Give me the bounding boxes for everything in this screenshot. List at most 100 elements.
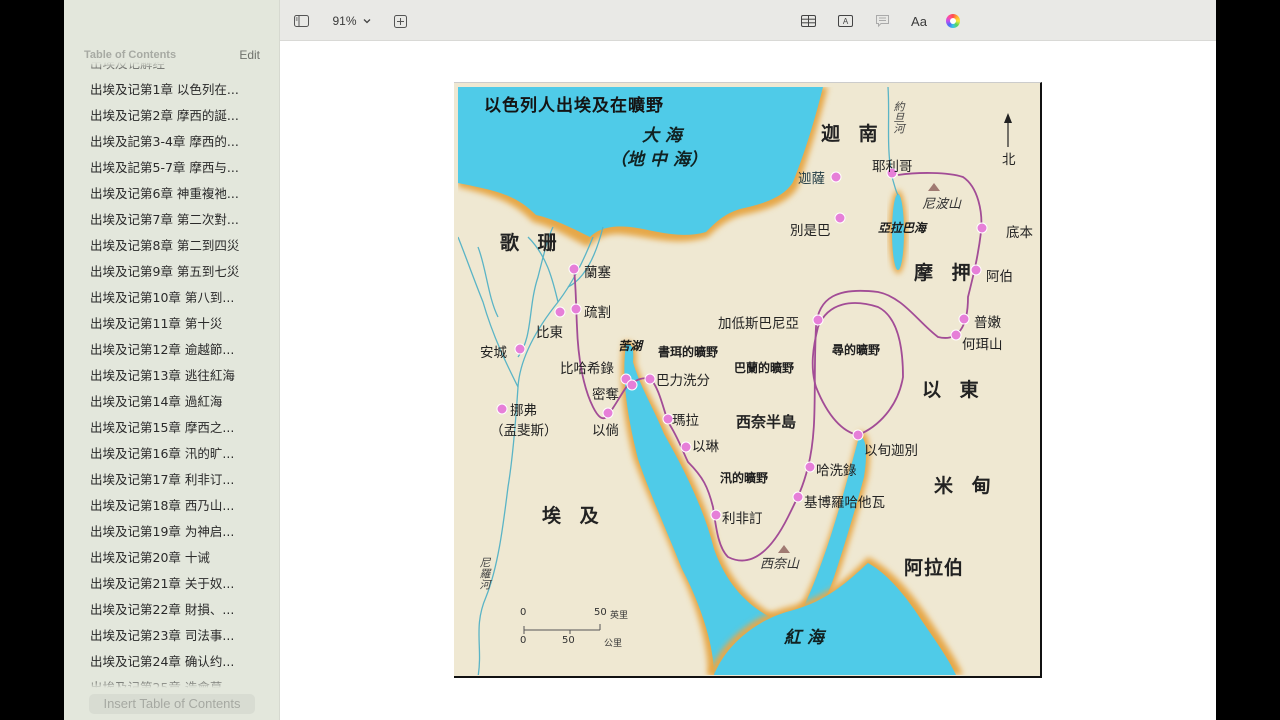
place-etham: 以倘 bbox=[592, 423, 619, 439]
toc-item[interactable]: 出埃及记第7章 第二次對... bbox=[64, 207, 280, 233]
toc-item[interactable]: 出埃及记第17章 利非订... bbox=[64, 467, 280, 493]
place-succoth: 疏割 bbox=[584, 305, 611, 321]
toc-item[interactable]: 出埃及记第9章 第五到七災 bbox=[64, 259, 280, 285]
place-ezion-geber: 以旬迦別 bbox=[864, 443, 918, 459]
region-edom: 以 東 bbox=[922, 379, 985, 401]
place-dibon: 底本 bbox=[1006, 225, 1033, 241]
toc-item[interactable]: 出埃及记第6章 神重複祂... bbox=[64, 181, 280, 207]
toc-item[interactable]: 出埃及记第2章 摩西的誕... bbox=[64, 103, 280, 129]
scale-km-unit: 公里 bbox=[604, 639, 623, 649]
toc-item[interactable]: 出埃及记第21章 关于奴... bbox=[64, 571, 280, 597]
place-gaza: 迦薩 bbox=[798, 171, 825, 187]
jordan-river-label: 約旦河 bbox=[892, 101, 905, 134]
svg-text:A: A bbox=[842, 17, 848, 26]
toc-list[interactable]: 出埃及记解经 出埃及记第1章 以色列在... 出埃及记第2章 摩西的誕... 出埃及記… bbox=[64, 62, 280, 688]
zoom-dropdown[interactable]: 91% bbox=[330, 12, 374, 30]
toc-item[interactable]: 出埃及记第12章 逾越節... bbox=[64, 337, 280, 363]
color-button[interactable] bbox=[944, 12, 962, 30]
toc-item[interactable]: 出埃及记第11章 第十災 bbox=[64, 311, 280, 337]
toc-item[interactable]: 出埃及记第22章 財損、... bbox=[64, 597, 280, 623]
toc-item[interactable]: 出埃及記第5-7章 摩西与... bbox=[64, 155, 280, 181]
bitter-lake-label: 苦湖 bbox=[618, 339, 643, 353]
wilderness-paran: 巴蘭的曠野 bbox=[734, 361, 795, 375]
north-label: 北 bbox=[1002, 152, 1016, 168]
region-arabia: 阿拉伯 bbox=[904, 557, 965, 579]
toc-item[interactable]: 出埃及记解经 bbox=[64, 62, 280, 77]
region-midian: 米 甸 bbox=[934, 475, 997, 497]
place-pi-hahiroth: 比哈希錄 bbox=[560, 361, 614, 377]
toc-item[interactable]: 出埃及记第20章 十诫 bbox=[64, 545, 280, 571]
table-icon bbox=[800, 15, 816, 27]
toc-item[interactable]: 出埃及記第3-4章 摩西的... bbox=[64, 129, 280, 155]
add-page-button[interactable] bbox=[392, 12, 408, 30]
place-migdol: 密奪 bbox=[592, 387, 619, 403]
place-arnon: 阿伯 bbox=[986, 269, 1013, 285]
wilderness-sin: 汛的曠野 bbox=[720, 471, 769, 485]
scale-miles-value: 50 bbox=[594, 607, 607, 618]
toc-sidebar: Table of Contents Edit 出埃及记解经 出埃及记第1章 以色列… bbox=[64, 0, 280, 720]
insert-textbox-button[interactable]: A bbox=[836, 12, 854, 30]
sidebar-toggle-button[interactable] bbox=[292, 12, 310, 30]
toc-item[interactable]: 出埃及记第16章 汛的旷... bbox=[64, 441, 280, 467]
scale-km-zero: 0 bbox=[520, 635, 527, 646]
toc-header: Table of Contents Edit bbox=[84, 47, 260, 63]
place-rameses: 蘭塞 bbox=[584, 265, 611, 281]
region-egypt: 埃 及 bbox=[542, 505, 605, 527]
toc-title: Table of Contents bbox=[84, 49, 177, 61]
region-moab: 摩 押 bbox=[914, 262, 977, 284]
format-button[interactable]: Aa bbox=[908, 12, 930, 30]
red-sea-label: 紅 海 bbox=[784, 628, 824, 648]
region-goshen: 歌 珊 bbox=[500, 232, 563, 254]
toc-item[interactable]: 出埃及记第8章 第二到四災 bbox=[64, 233, 280, 259]
comment-icon bbox=[875, 15, 889, 28]
toc-item[interactable]: 出埃及记第24章 确认约... bbox=[64, 649, 280, 675]
map-title: 以色列人出埃及在曠野 bbox=[484, 96, 664, 116]
toc-item[interactable]: 出埃及记第15章 摩西之... bbox=[64, 415, 280, 441]
document-canvas[interactable]: 以色列人出埃及在曠野 大 海 （地 中 海） 迦 南 約旦河 北 耶利哥 迦薩 … bbox=[280, 41, 1216, 720]
place-memphis: 挪弗 bbox=[510, 403, 537, 419]
sidebar-icon bbox=[293, 15, 309, 27]
toolbar: 91% A Aa bbox=[280, 0, 1216, 41]
toc-item[interactable]: 出埃及记第14章 過紅海 bbox=[64, 389, 280, 415]
scale-miles-unit: 英里 bbox=[610, 611, 629, 621]
zoom-value: 91% bbox=[332, 14, 357, 28]
toc-item[interactable]: 出埃及记第19章 为神启... bbox=[64, 519, 280, 545]
comment-button[interactable] bbox=[873, 12, 891, 30]
toc-item[interactable]: 出埃及记第25章 造會幕 bbox=[64, 675, 280, 688]
place-baal-zephon: 巴力洗分 bbox=[656, 373, 710, 389]
chevron-down-icon bbox=[363, 19, 370, 24]
place-jericho: 耶利哥 bbox=[872, 159, 913, 175]
place-rephidim: 利非訂 bbox=[722, 511, 763, 527]
region-canaan: 迦 南 bbox=[821, 123, 884, 145]
place-kadesh-barnea: 加低斯巴尼亞 bbox=[718, 316, 799, 332]
place-on: 安城 bbox=[480, 345, 507, 361]
nile-river-label: 尼羅河 bbox=[478, 557, 491, 590]
toc-item[interactable]: 出埃及记第10章 第八到... bbox=[64, 285, 280, 311]
place-marah: 瑪拉 bbox=[672, 413, 699, 429]
toc-edit-button[interactable]: Edit bbox=[239, 48, 260, 62]
place-pithom: 比東 bbox=[536, 325, 563, 341]
format-label: Aa bbox=[911, 13, 927, 29]
scale-miles-zero: 0 bbox=[520, 607, 527, 618]
mount-sinai-label: 西奈山 bbox=[760, 557, 800, 572]
insert-table-button[interactable] bbox=[799, 12, 817, 30]
dead-sea-label: 亞拉巴海 bbox=[878, 221, 927, 235]
wilderness-shur: 書珥的曠野 bbox=[658, 345, 719, 359]
exodus-map[interactable]: 以色列人出埃及在曠野 大 海 （地 中 海） 迦 南 約旦河 北 耶利哥 迦薩 … bbox=[454, 82, 1042, 678]
color-wheel-icon bbox=[946, 14, 960, 28]
insert-toc-button[interactable]: Insert Table of Contents bbox=[89, 694, 255, 714]
place-memphis-alt: （孟斐斯） bbox=[490, 423, 558, 439]
mediterranean-label: （地 中 海） bbox=[610, 150, 707, 170]
plus-square-icon bbox=[393, 14, 407, 28]
place-mount-hor: 何珥山 bbox=[962, 337, 1003, 353]
scale-km-value: 50 bbox=[562, 635, 575, 646]
place-elim: 以琳 bbox=[692, 439, 719, 455]
place-punon: 普嫩 bbox=[974, 315, 1001, 331]
region-sinai-peninsula: 西奈半島 bbox=[736, 413, 797, 431]
toc-item[interactable]: 出埃及记第13章 逃往紅海 bbox=[64, 363, 280, 389]
toc-item[interactable]: 出埃及记第18章 西乃山... bbox=[64, 493, 280, 519]
toc-item[interactable]: 出埃及记第1章 以色列在... bbox=[64, 77, 280, 103]
toc-item[interactable]: 出埃及记第23章 司法事... bbox=[64, 623, 280, 649]
pages-window: Table of Contents Edit 出埃及记解经 出埃及记第1章 以色列… bbox=[64, 0, 1216, 720]
place-hazeroth: 哈洗錄 bbox=[816, 463, 857, 479]
